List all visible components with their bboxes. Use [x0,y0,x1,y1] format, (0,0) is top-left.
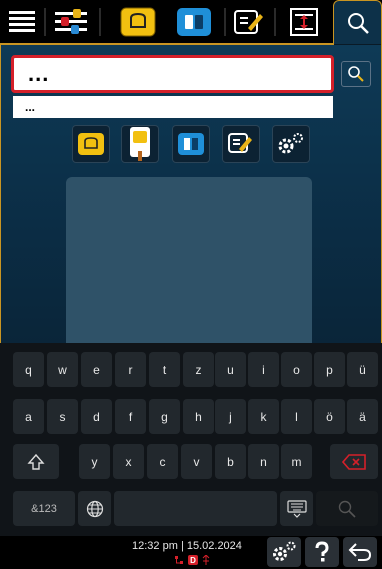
key[interactable]: e [81,352,112,387]
cooking-icon [78,133,104,155]
shift-key[interactable] [13,444,59,479]
cooking-icon[interactable] [120,4,156,40]
expand-icon[interactable] [286,4,322,40]
network-icon [175,556,183,564]
menu-icon[interactable] [4,4,40,40]
search-tab[interactable] [333,0,382,44]
key[interactable]: x [113,444,144,479]
hide-keyboard-key[interactable] [280,491,313,526]
numbers-key[interactable]: &123 [13,491,75,526]
key[interactable]: s [47,399,78,434]
key[interactable]: ü [347,352,378,387]
key[interactable]: r [115,352,146,387]
shift-arrow-icon [27,453,45,470]
gears-icon [273,541,296,561]
key[interactable]: d [81,399,112,434]
filter-settings-button[interactable] [272,125,310,163]
separator: | [180,540,184,552]
search-input[interactable]: ... [11,55,334,93]
language-key[interactable] [78,491,111,526]
key[interactable]: n [248,444,279,479]
edit-icon[interactable] [231,4,267,40]
filter-cooking-button[interactable] [72,125,110,163]
gears-icon [278,133,303,154]
program-icon[interactable] [176,4,212,40]
divider [99,8,101,36]
key[interactable]: ö [314,399,345,434]
back-button[interactable] [343,537,377,567]
filter-program-button[interactable] [172,125,210,163]
status-icons: D [174,555,210,565]
key[interactable]: c [147,444,178,479]
results-list [66,177,312,343]
usb-icon [202,555,210,565]
search-icon [347,12,369,34]
key[interactable]: t [149,352,180,387]
space-key[interactable] [114,491,277,526]
key[interactable]: j [215,399,246,434]
filter-phone-cooking-button[interactable] [121,125,159,163]
key[interactable]: q [13,352,44,387]
top-navigation-bar [0,0,382,44]
search-suggestion[interactable]: ... [13,96,333,118]
svg-text:D: D [190,556,196,565]
service-d-icon: D [188,555,198,565]
key[interactable]: z [183,352,214,387]
key[interactable]: u [215,352,246,387]
program-icon [178,133,204,155]
divider [224,8,226,36]
key[interactable]: l [281,399,312,434]
divider [44,8,46,36]
search-icon [338,500,356,518]
key[interactable]: w [47,352,78,387]
date: 15.02.2024 [186,540,242,552]
key[interactable]: i [248,352,279,387]
edit-icon [228,133,252,153]
key[interactable]: v [181,444,212,479]
on-screen-keyboard: q w e r t z u i o p ü a s d f g h j k l … [0,343,382,536]
search-button[interactable] [341,61,371,87]
date-time: 12:32 pm | 15.02.2024 [132,540,242,552]
key[interactable]: y [79,444,110,479]
key[interactable]: k [248,399,279,434]
settings-sliders-icon[interactable] [53,4,89,40]
key[interactable]: h [183,399,214,434]
help-button[interactable] [305,537,339,567]
question-icon [315,541,329,562]
keyboard-search-key[interactable] [316,491,378,526]
time: 12:32 pm [132,540,178,552]
keyboard-hide-icon [286,499,307,518]
settings-button[interactable] [267,537,301,567]
search-icon [348,66,364,82]
phone-cooking-icon [130,127,150,161]
filter-edit-button[interactable] [222,125,260,163]
backspace-icon [342,453,366,470]
key[interactable]: m [281,444,312,479]
key[interactable]: a [13,399,44,434]
key[interactable]: ä [347,399,378,434]
key[interactable]: o [281,352,312,387]
divider [274,8,276,36]
panel-border [0,44,1,344]
key[interactable]: g [149,399,180,434]
key[interactable]: f [115,399,146,434]
key[interactable]: p [314,352,345,387]
key[interactable]: b [215,444,246,479]
globe-icon [86,500,103,517]
backspace-key[interactable] [330,444,378,479]
back-arrow-icon [348,543,372,561]
